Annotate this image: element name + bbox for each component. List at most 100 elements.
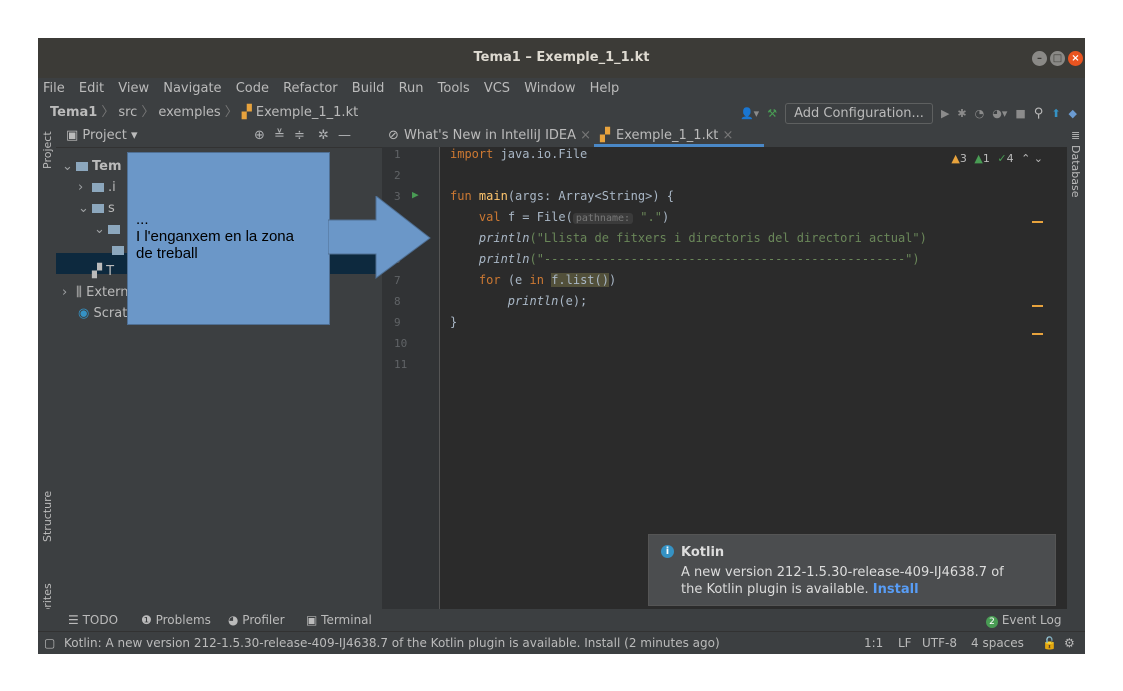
breadcrumb-file[interactable]: Exemple_1_1.kt bbox=[256, 105, 358, 120]
status-message[interactable]: Kotlin: A new version 212-1.5.30-release… bbox=[64, 632, 720, 654]
user-icon[interactable]: 👤▾ bbox=[740, 107, 759, 120]
run-icon[interactable]: ▶ bbox=[941, 107, 949, 120]
breadcrumb-src[interactable]: src bbox=[118, 105, 137, 120]
close-tab-icon[interactable]: × bbox=[580, 128, 591, 143]
code-token: in bbox=[529, 273, 544, 287]
code-token: ("Llista de fitxers i directoris del dir… bbox=[529, 231, 927, 245]
status-toggle-icon[interactable]: ▢ bbox=[44, 632, 55, 654]
debug-icon[interactable]: ✱ bbox=[957, 107, 966, 120]
kotlin-file-icon: ▞ bbox=[241, 105, 256, 120]
database-side-tab[interactable]: Database bbox=[1069, 145, 1082, 198]
expand-all-icon[interactable]: ≚ bbox=[274, 125, 285, 147]
add-configuration-button[interactable]: Add Configuration... bbox=[785, 102, 933, 124]
terminal-label: Terminal bbox=[321, 613, 372, 627]
search-icon[interactable]: ⚲ bbox=[1034, 106, 1044, 121]
indent-setting[interactable]: 4 spaces bbox=[971, 632, 1024, 654]
tree-item-label: .i bbox=[108, 180, 116, 195]
tab-label: What's New in IntelliJ IDEA bbox=[404, 128, 577, 143]
gear-icon[interactable]: ✲ bbox=[318, 125, 329, 147]
next-highlight-icon[interactable]: ⌄ bbox=[1034, 152, 1043, 165]
caret-position[interactable]: 1:1 bbox=[864, 632, 883, 654]
todo-tool-button[interactable]: ☰ TODO bbox=[68, 609, 118, 631]
event-log-tool-button[interactable]: 2 Event Log bbox=[986, 609, 1061, 631]
typo-count: 4 bbox=[1006, 152, 1014, 165]
profile-icon[interactable]: ◕▾ bbox=[992, 107, 1007, 120]
chevron-down-icon[interactable]: ▾ bbox=[127, 128, 138, 143]
line-number: 11 bbox=[394, 358, 408, 371]
code-token: f = File( bbox=[500, 210, 573, 224]
code-line-4: val f = File(pathname: ".") bbox=[450, 210, 669, 224]
menu-window[interactable]: Window bbox=[519, 78, 580, 100]
code-token: java.io.File bbox=[493, 147, 588, 161]
warning-marker[interactable] bbox=[1032, 305, 1043, 307]
browser-icon: ⊘ bbox=[388, 128, 399, 143]
tree-item-idea[interactable]: › .i bbox=[78, 177, 116, 198]
terminal-icon: ▣ bbox=[306, 613, 322, 627]
code-line-5: println("Llista de fitxers i directoris … bbox=[450, 231, 927, 245]
tree-item-exemples[interactable]: ⌄ bbox=[94, 219, 124, 240]
tab-exemple[interactable]: ▞ Exemple_1_1.kt × bbox=[594, 125, 764, 147]
close-tab-icon[interactable]: × bbox=[722, 128, 733, 143]
previous-highlight-icon[interactable]: ⌃ bbox=[1021, 152, 1030, 165]
profiler-tool-button[interactable]: ◕ Profiler bbox=[228, 609, 285, 631]
terminal-tool-button[interactable]: ▣ Terminal bbox=[306, 609, 372, 631]
stop-icon[interactable]: ■ bbox=[1015, 107, 1025, 120]
code-token: println bbox=[507, 294, 559, 308]
coverage-icon[interactable]: ◔ bbox=[975, 107, 985, 120]
code-token: (args: Array<String>) { bbox=[507, 189, 674, 203]
tab-whats-new[interactable]: ⊘ What's New in IntelliJ IDEA × bbox=[382, 125, 609, 147]
breadcrumb-project[interactable]: Tema1 bbox=[50, 105, 97, 120]
inspection-widget[interactable]: ▲3 ▲1 ✓4 ⌃ ⌄ bbox=[951, 152, 1043, 165]
tree-item-file[interactable] bbox=[112, 240, 128, 261]
menu-bar: File Edit View Navigate Code Refactor Bu… bbox=[38, 78, 1085, 100]
hide-icon[interactable]: — bbox=[338, 125, 351, 147]
inspector-icon[interactable]: ⚙ bbox=[1064, 632, 1075, 654]
warning-marker[interactable] bbox=[1032, 333, 1043, 335]
breadcrumb-package[interactable]: exemples bbox=[158, 105, 220, 120]
menu-code[interactable]: Code bbox=[231, 78, 274, 100]
close-icon[interactable]: × bbox=[1068, 51, 1083, 66]
update-icon[interactable]: ⬆ bbox=[1051, 107, 1060, 120]
typo-icon: ✓ bbox=[997, 152, 1007, 165]
collapse-all-icon[interactable]: ≑ bbox=[294, 125, 305, 147]
right-tool-strip: ≣ Database bbox=[1067, 125, 1085, 609]
annotation-arrow-icon bbox=[328, 196, 431, 279]
module-file-icon: ▞ bbox=[92, 264, 107, 279]
minimize-icon[interactable]: – bbox=[1032, 51, 1047, 66]
tree-item-iml[interactable]: ▞ T bbox=[78, 261, 114, 282]
event-log-label: Event Log bbox=[1001, 613, 1062, 627]
menu-view[interactable]: View bbox=[113, 78, 154, 100]
code-token: "." bbox=[640, 210, 662, 224]
line-separator[interactable]: LF bbox=[898, 632, 912, 654]
menu-navigate[interactable]: Navigate bbox=[158, 78, 226, 100]
hammer-icon[interactable]: ⚒ bbox=[767, 107, 777, 120]
problems-tool-button[interactable]: ❶ Problems bbox=[141, 609, 211, 631]
library-icon: ⫼ bbox=[76, 285, 87, 300]
menu-file[interactable]: File bbox=[38, 78, 70, 100]
ide-logo-icon[interactable]: ◆ bbox=[1069, 107, 1077, 120]
menu-vcs[interactable]: VCS bbox=[479, 78, 515, 100]
code-token: val bbox=[478, 210, 501, 224]
menu-run[interactable]: Run bbox=[394, 78, 429, 100]
code-token: ) bbox=[661, 210, 670, 224]
code-token: f.list() bbox=[551, 273, 609, 287]
locate-icon[interactable]: ⊕ bbox=[254, 125, 265, 147]
menu-help[interactable]: Help bbox=[585, 78, 625, 100]
project-view-selector[interactable]: Project bbox=[82, 128, 126, 143]
tree-item-src[interactable]: ⌄ s bbox=[78, 198, 115, 219]
menu-refactor[interactable]: Refactor bbox=[278, 78, 343, 100]
menu-build[interactable]: Build bbox=[347, 78, 390, 100]
maximize-icon[interactable]: □ bbox=[1050, 51, 1065, 66]
tree-item-project-root[interactable]: ⌄ Tem bbox=[62, 156, 122, 177]
info-icon: i bbox=[661, 545, 674, 558]
menu-tools[interactable]: Tools bbox=[433, 78, 475, 100]
menu-edit[interactable]: Edit bbox=[74, 78, 109, 100]
annotation-line: de treball bbox=[136, 245, 198, 262]
warning-marker[interactable] bbox=[1032, 221, 1043, 223]
lock-icon[interactable]: 🔓 bbox=[1042, 632, 1057, 654]
file-encoding[interactable]: UTF-8 bbox=[922, 632, 957, 654]
install-link[interactable]: Install bbox=[873, 582, 919, 597]
code-token: } bbox=[450, 315, 458, 329]
title-bar: Tema1 – Exemple_1_1.kt – □ × bbox=[38, 38, 1085, 78]
line-number: 8 bbox=[394, 295, 401, 308]
